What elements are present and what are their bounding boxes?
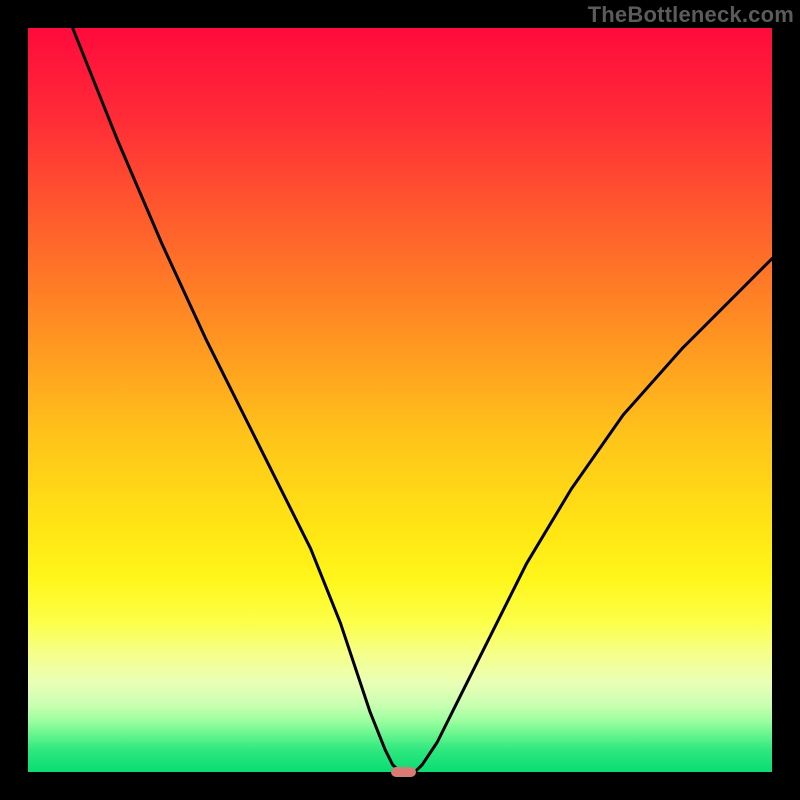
- curve-svg: [28, 28, 772, 772]
- chart-container: TheBottleneck.com: [0, 0, 800, 800]
- watermark-text: TheBottleneck.com: [588, 2, 794, 28]
- bottleneck-curve: [28, 28, 772, 772]
- plot-area: [28, 28, 772, 772]
- optimal-marker: [391, 767, 416, 777]
